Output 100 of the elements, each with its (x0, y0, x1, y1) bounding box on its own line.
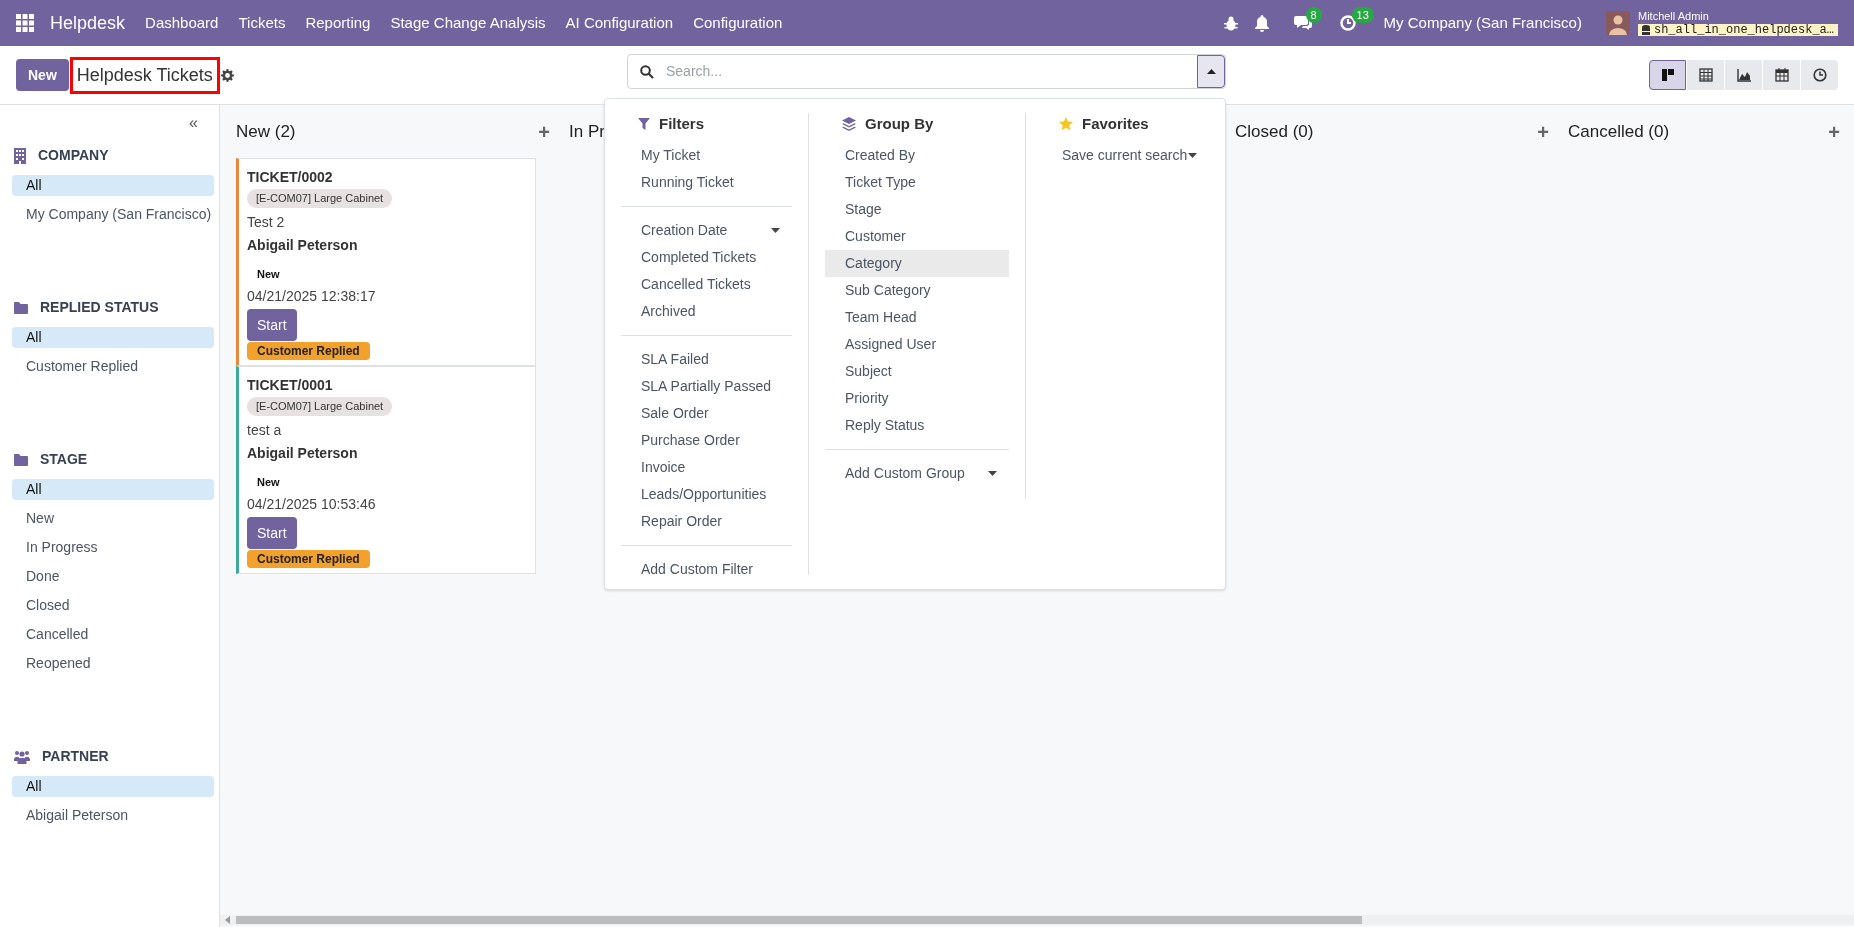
filter-item[interactable]: Done (12, 566, 214, 587)
search-bar[interactable]: Search... (627, 54, 1226, 89)
caret-icon (771, 228, 780, 233)
filter-item[interactable]: All (12, 479, 214, 500)
filter-item[interactable]: All (12, 175, 214, 196)
filter-item[interactable]: All (12, 327, 214, 348)
menu-option[interactable]: Sub Category (825, 277, 1009, 304)
ticket-reference: TICKET/0001 (247, 376, 333, 395)
caret-icon (988, 471, 997, 476)
settings-icon[interactable] (220, 68, 234, 82)
menu-option[interactable]: My Ticket (621, 142, 792, 169)
activity-view-button[interactable] (1801, 60, 1838, 90)
kanban-view-icon (1660, 68, 1675, 82)
menu-option[interactable]: Creation Date (621, 217, 792, 244)
menu-option[interactable]: Category (825, 250, 1009, 277)
menu-option[interactable]: Assigned User (825, 331, 1009, 358)
ticket-card[interactable]: TICKET/0001 [E-COM07] Large Cabinet test a Abigail Peterson New 04/21/2025 10:53:46 Start Customer Replied (236, 366, 536, 574)
menu-option[interactable]: Add Custom Group (825, 460, 1009, 487)
menu-option[interactable]: Ticket Type (825, 169, 1009, 196)
menu-option[interactable]: Team Head (825, 304, 1009, 331)
app-name[interactable]: Helpdesk (50, 9, 126, 37)
menu-item[interactable]: Dashboard (145, 11, 219, 35)
add-icon[interactable]: + (538, 122, 550, 142)
filter-item[interactable]: Closed (12, 595, 214, 616)
ticket-subject: test a (247, 420, 282, 440)
menu-option[interactable]: Purchase Order (621, 427, 792, 454)
section-heading: STAGE (40, 450, 88, 469)
user-name[interactable]: Mitchell Admin (1637, 10, 1838, 22)
column-title: In Pr (569, 121, 605, 144)
add-icon[interactable]: + (1537, 122, 1549, 142)
section-heading: Group By (865, 113, 934, 134)
filter-item[interactable]: My Company (San Francisco) (12, 204, 214, 225)
menu-option[interactable]: Subject (825, 358, 1009, 385)
filter-item[interactable]: Customer Replied (12, 356, 214, 377)
company-switcher[interactable]: My Company (San Francisco) (1383, 11, 1582, 35)
menu-option[interactable]: SLA Partially Passed (621, 373, 792, 400)
add-icon[interactable]: + (1828, 122, 1840, 142)
menu-option[interactable]: Cancelled Tickets (621, 271, 792, 298)
menu-item[interactable]: AI Configuration (565, 11, 674, 35)
calendar-view-button[interactable] (1763, 60, 1800, 90)
menu-option[interactable]: Reply Status (825, 412, 1009, 439)
menu-item[interactable]: Reporting (305, 11, 371, 35)
menu-option[interactable]: Priority (825, 385, 1009, 412)
section-heading: Filters (659, 113, 704, 134)
filter-item[interactable]: In Progress (12, 537, 214, 558)
menu-option[interactable]: Completed Tickets (621, 244, 792, 271)
menu-option[interactable]: Repair Order (621, 508, 792, 535)
users-icon (14, 749, 30, 764)
activity-count-badge: 13 (1351, 7, 1374, 23)
search-toggle-button[interactable] (1197, 55, 1225, 88)
start-button[interactable]: Start (247, 309, 297, 341)
menu-option[interactable]: Stage (825, 196, 1009, 223)
kanban-view-button[interactable] (1649, 60, 1686, 90)
filter-item[interactable]: All (12, 776, 214, 797)
menu-option[interactable]: Created By (825, 142, 1009, 169)
activity-view-icon (1812, 68, 1827, 82)
search-input[interactable]: Search... (666, 61, 1197, 82)
graph-view-button[interactable] (1725, 60, 1762, 90)
user-avatar-icon[interactable] (1605, 11, 1630, 35)
filter-item[interactable]: New (12, 508, 214, 529)
ticket-date: 04/21/2025 10:53:46 (247, 495, 376, 514)
search-icon (640, 64, 654, 79)
menu-option[interactable]: Running Ticket (621, 169, 792, 196)
bell-icon[interactable] (1253, 14, 1270, 32)
folder-icon (14, 453, 28, 466)
menu-option[interactable]: Invoice (621, 454, 792, 481)
horizontal-scrollbar[interactable] (220, 915, 1854, 925)
menu-option[interactable]: Add Custom Filter (621, 556, 792, 583)
folder-icon (14, 301, 28, 314)
menu-option[interactable]: Archived (621, 298, 792, 325)
filter-icon (638, 118, 650, 130)
menu-option[interactable]: SLA Failed (621, 346, 792, 373)
collapse-icon[interactable]: « (189, 115, 198, 131)
chat-icon[interactable] (1293, 15, 1312, 31)
ticket-card[interactable]: TICKET/0002 [E-COM07] Large Cabinet Test 2 Abigail Peterson New 04/21/2025 12:38:17 Start Customer Replied (236, 158, 536, 366)
column-title: New (2) (236, 121, 296, 144)
ticket-date: 04/21/2025 12:38:17 (247, 287, 376, 306)
stage-label: New (257, 474, 280, 490)
bug-icon[interactable] (1223, 15, 1238, 31)
status-badge: Customer Replied (247, 550, 370, 568)
section-heading: Favorites (1082, 113, 1149, 134)
start-button[interactable]: Start (247, 517, 297, 549)
ticket-reference: TICKET/0002 (247, 168, 333, 187)
menu-item[interactable]: Stage Change Analysis (390, 11, 546, 35)
filter-item[interactable]: Reopened (12, 653, 214, 674)
status-badge: Customer Replied (247, 342, 370, 360)
menu-item[interactable]: Tickets (238, 11, 286, 35)
section-heading: COMPANY (38, 146, 109, 165)
menu-item[interactable]: Configuration (693, 11, 783, 35)
menu-option[interactable]: Leads/Opportunities (621, 481, 792, 508)
app-grid-icon[interactable] (16, 14, 34, 32)
clock-icon[interactable] (1339, 15, 1356, 31)
filter-item[interactable]: Abigail Peterson (12, 805, 214, 826)
new-button[interactable]: New (16, 59, 69, 91)
menu-option[interactable]: Save current search (1042, 142, 1209, 169)
menu-option[interactable]: Customer (825, 223, 1009, 250)
filter-item[interactable]: Cancelled (12, 624, 214, 645)
list-view-button[interactable] (1687, 60, 1724, 90)
caret-icon (1188, 153, 1197, 158)
menu-option[interactable]: Sale Order (621, 400, 792, 427)
